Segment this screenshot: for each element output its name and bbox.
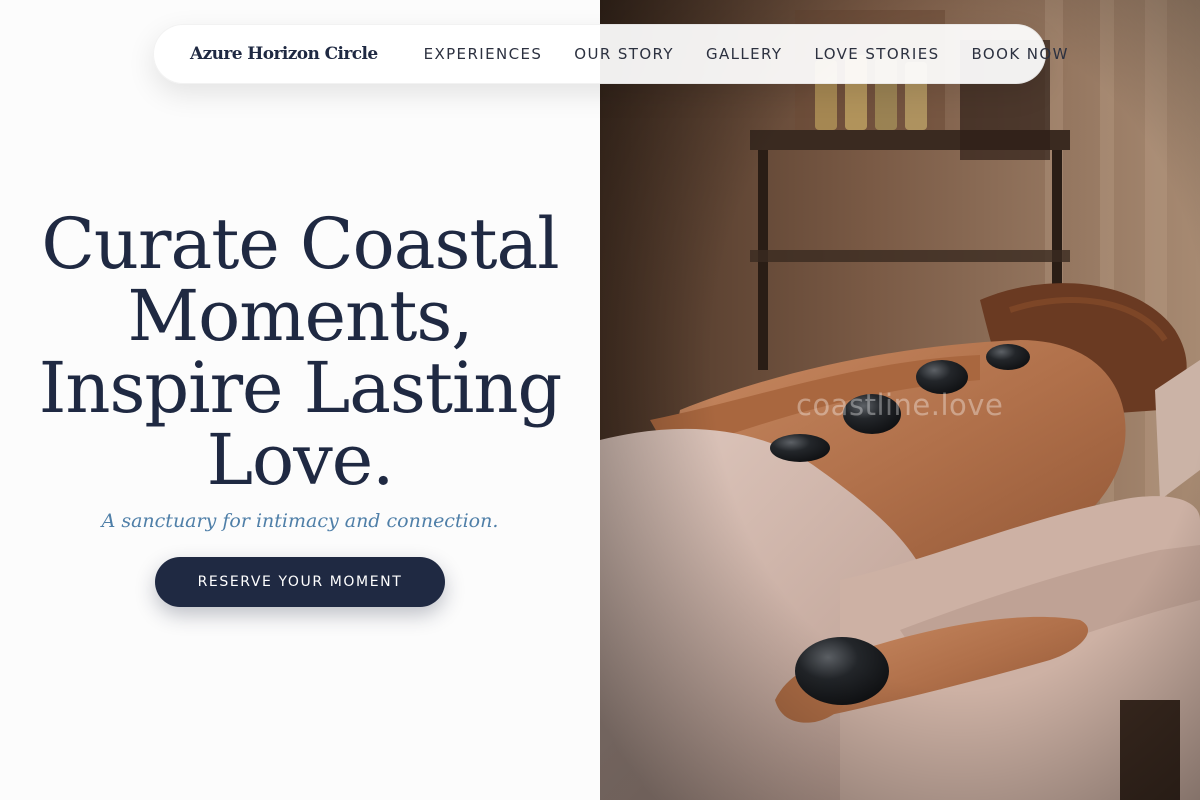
watermark-text: coastline.love [796, 388, 1004, 422]
hero-title: Curate Coastal Moments, Inspire Lasting … [38, 203, 563, 501]
brand-logo[interactable]: Azure Horizon Circle [190, 44, 378, 64]
hero-image: coastline.love [600, 0, 1200, 800]
nav-link-experiences[interactable]: EXPERIENCES [424, 45, 543, 63]
nav-link-book-now[interactable]: BOOK NOW [972, 45, 1069, 63]
nav-link-our-story[interactable]: OUR STORY [574, 45, 674, 63]
hero-left-panel: Curate Coastal Moments, Inspire Lasting … [0, 0, 600, 800]
hero-subtitle: A sanctuary for intimacy and connection. [101, 510, 499, 532]
reserve-moment-button[interactable]: RESERVE YOUR MOMENT [155, 557, 445, 607]
nav-link-love-stories[interactable]: LOVE STORIES [814, 45, 939, 63]
top-navbar: Azure Horizon Circle EXPERIENCES OUR STO… [153, 24, 1067, 84]
nav-links: EXPERIENCES OUR STORY GALLERY LOVE STORI… [424, 45, 1069, 63]
nav-link-gallery[interactable]: GALLERY [706, 45, 783, 63]
